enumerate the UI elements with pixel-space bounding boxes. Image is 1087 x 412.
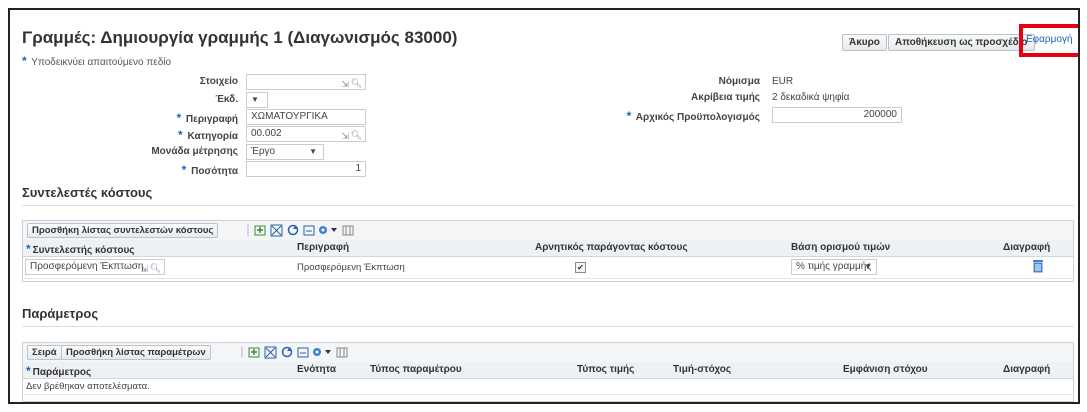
parameters-toolbar: Σειρά Προσθήκη λίστας παραμέτρων <box>23 343 1073 363</box>
freeze-icon[interactable] <box>297 347 309 358</box>
page-title: Γραμμές: Δημιουργία γραμμής 1 (Διαγωνισμ… <box>22 28 458 47</box>
add-parameter-list-button[interactable]: Προσθήκη λίστας παραμέτρων <box>61 345 211 360</box>
refresh-icon[interactable] <box>281 346 293 358</box>
revision-select[interactable]: ▼ <box>246 92 268 108</box>
column-header[interactable]: Διαγραφή <box>1003 364 1050 375</box>
cancel-button[interactable]: Άκυρο <box>842 34 887 51</box>
column-header[interactable]: Βάση ορισμού τιμών <box>791 242 890 253</box>
category-input[interactable]: 00.002 ⇲ 🔍︎ <box>246 126 366 142</box>
uom-label: Μονάδα μέτρησης <box>151 146 238 157</box>
column-header[interactable]: Ενότητα <box>297 364 336 375</box>
parameters-title: Παράμετρος <box>22 306 99 321</box>
search-icon[interactable]: 🔍︎ <box>351 128 362 141</box>
column-header[interactable]: Τύπος παραμέτρου <box>370 364 462 375</box>
detach-icon[interactable] <box>270 224 283 237</box>
clear-icon[interactable]: ⇲ <box>341 77 349 89</box>
quantity-label: * Ποσότητα <box>181 163 238 177</box>
add-row-icon[interactable] <box>254 225 266 236</box>
cost-factor-value: Προσφερόμενη Έκπτωση <box>30 261 144 272</box>
column-header[interactable]: * Συντελεστής κόστους <box>26 242 134 256</box>
chevron-down-icon[interactable] <box>325 350 331 354</box>
search-icon[interactable]: 🔍︎ <box>351 76 362 89</box>
column-header[interactable]: Περιγραφή <box>297 242 349 253</box>
columns-icon[interactable] <box>336 347 348 358</box>
column-header[interactable]: Αρνητικός παράγοντας κόστους <box>535 242 688 253</box>
clear-icon[interactable]: ⇲ <box>140 262 148 274</box>
column-header[interactable]: Διαγραφή <box>1003 242 1050 253</box>
required-note-text: Υποδεικνύει απαιτούμενο πεδίο <box>31 57 172 68</box>
row-divider <box>23 394 1073 395</box>
sequence-button[interactable]: Σειρά <box>27 345 62 360</box>
parameters-table: Σειρά Προσθήκη λίστας παραμέτρων * Παράμε… <box>22 342 1074 402</box>
gear-icon[interactable] <box>319 226 327 234</box>
column-header[interactable]: Τύπος τιμής <box>577 364 634 375</box>
cost-factor-input[interactable]: Προσφερόμενη Έκπτωση ⇲ 🔍︎ <box>25 259 165 275</box>
columns-icon[interactable] <box>342 225 354 236</box>
cost-factors-table: Προσθήκη λίστας συντελεστών κόστους * Συν… <box>22 220 1074 282</box>
required-note: * Υποδεικνύει απαιτούμενο πεδίο <box>22 54 171 68</box>
clear-icon[interactable]: ⇲ <box>341 129 349 141</box>
column-header[interactable]: Εμφάνιση στόχου <box>843 364 928 375</box>
pricing-basis-value: % τιμής γραμμής <box>796 261 872 272</box>
price-precision-label: Ακρίβεια τιμής <box>691 92 760 103</box>
chevron-down-icon: ▼ <box>864 262 872 271</box>
chevron-down-icon[interactable] <box>331 228 337 232</box>
search-icon[interactable]: 🔍︎ <box>150 261 161 274</box>
category-value: 00.002 <box>251 128 282 139</box>
parameters-header-row: * Παράμετρος Ενότητα Τύπος παραμέτρου Τύπ… <box>23 362 1073 379</box>
revision-label: Έκδ. <box>215 94 238 105</box>
trash-icon[interactable] <box>1032 259 1044 278</box>
initial-budget-input[interactable]: 200000 <box>772 107 902 123</box>
column-header[interactable]: * Παράμετρος <box>26 364 91 378</box>
section-divider <box>22 205 1074 206</box>
table-row[interactable]: Προσφερόμενη Έκπτωση ⇲ 🔍︎ Προσφερόμενη Έ… <box>23 256 1073 279</box>
quantity-input[interactable]: 1 <box>246 161 366 177</box>
page-frame: Γραμμές: Δημιουργία γραμμής 1 (Διαγωνισμ… <box>8 8 1080 404</box>
cost-factors-header-row: * Συντελεστής κόστους Περιγραφή Αρνητικός… <box>23 240 1073 257</box>
uom-select[interactable]: Έργο ▼ <box>246 144 324 160</box>
detach-icon[interactable] <box>264 346 277 359</box>
description-input[interactable]: ΧΩΜΑΤΟΥΡΓΙΚΑ <box>246 109 366 125</box>
apply-button[interactable]: Εφαρμογή <box>1026 34 1073 45</box>
section-divider <box>22 326 1074 327</box>
category-label: * Κατηγορία <box>178 128 238 142</box>
empty-results-message: Δεν βρέθηκαν αποτελέσματα. <box>26 381 150 392</box>
item-label: Στοιχείο <box>199 76 238 87</box>
item-input[interactable]: ⇲ 🔍︎ <box>246 74 366 90</box>
cost-factors-title: Συντελεστές κόστους <box>22 185 153 200</box>
price-precision-value: 2 δεκαδικά ψηφία <box>772 92 850 103</box>
negative-factor-checkbox[interactable]: ✔ <box>575 262 586 273</box>
cost-factors-toolbar: Προσθήκη λίστας συντελεστών κόστους <box>23 221 1073 241</box>
add-row-icon[interactable] <box>248 347 260 358</box>
description-label: * Περιγραφή <box>176 111 238 125</box>
chevron-down-icon: ▼ <box>309 147 317 156</box>
required-star-icon: * <box>22 54 27 68</box>
gear-icon[interactable] <box>313 348 321 356</box>
table-toolbar-icons <box>241 345 391 359</box>
uom-value: Έργο <box>251 146 276 157</box>
save-draft-button[interactable]: Αποθήκευση ως προσχέδιο <box>888 34 1035 51</box>
cost-factor-description: Προσφερόμενη Έκπτωση <box>297 262 405 273</box>
currency-label: Νόμισμα <box>718 76 760 87</box>
table-toolbar-icons <box>247 223 397 237</box>
pricing-basis-select[interactable]: % τιμής γραμμής ▼ <box>791 259 877 275</box>
freeze-icon[interactable] <box>303 225 315 236</box>
currency-value: EUR <box>772 76 794 87</box>
refresh-icon[interactable] <box>287 224 299 236</box>
initial-budget-label: * Αρχικός Προϋπολογισμός <box>626 109 760 123</box>
column-header[interactable]: Τιμή-στόχος <box>673 364 731 375</box>
add-cost-factor-list-button[interactable]: Προσθήκη λίστας συντελεστών κόστους <box>27 223 219 238</box>
